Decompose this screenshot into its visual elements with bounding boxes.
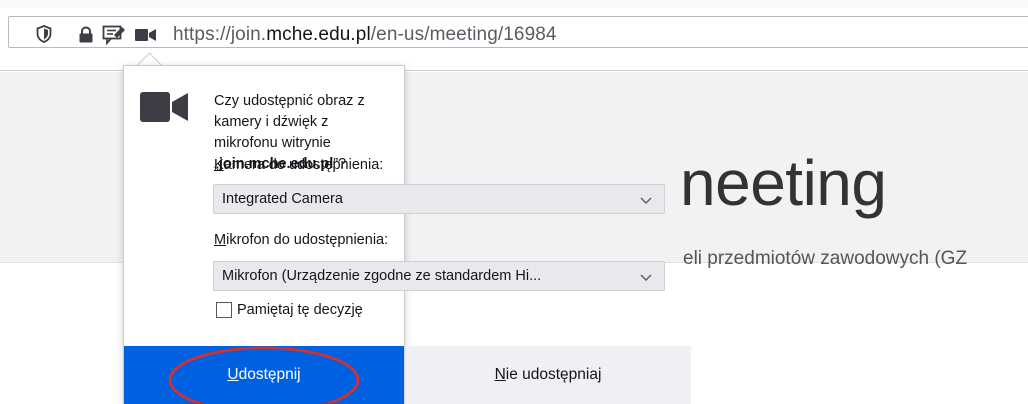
camera-label-text: amera do udostępnienia: [223,157,384,173]
shield-icon[interactable] [36,25,52,48]
annotation-circle [168,346,360,403]
camera-select[interactable]: Integrated Camera [213,184,665,214]
mic-label-accesskey: M [214,232,227,248]
deny-accesskey: N [494,366,506,383]
camera-icon[interactable] [135,28,157,47]
url-path: /en-us/meeting/16984 [370,24,557,45]
remember-decision[interactable]: Pamiętaj tę decyzję [216,302,363,318]
microphone-select[interactable]: Mikrofon (Urządzenie zgodne ze standarde… [213,261,665,291]
microphone-select-value: Mikrofon (Urządzenie zgodne ze standarde… [222,268,542,284]
deny-button[interactable]: Nie udostępniaj [404,346,691,404]
microphone-select-label: Mikrofon do udostępnienia: [214,232,388,248]
remember-label: Pamiętaj tę decyzję [237,302,363,318]
url-host: mche.edu.pl [266,24,371,45]
mic-label-text: ikrofon do udostępnienia: [226,232,389,248]
camera-icon [140,90,188,129]
deny-label: ie udostępniaj [505,366,602,383]
remember-checkbox[interactable] [216,302,232,318]
chevron-down-icon [640,270,652,286]
lock-icon[interactable] [78,26,94,48]
url-prefix: https://join. [173,24,267,45]
url-text[interactable]: https://join.mche.edu.pl/en-us/meeting/1… [173,24,557,46]
page-title: neeting [680,147,887,219]
camera-select-label: Kamera do udostępnienia: [214,157,383,173]
page-subtitle: eli przedmiotów zawodowych (GZ [683,248,968,269]
chevron-down-icon [640,193,652,209]
camera-label-accesskey: K [214,157,224,173]
camera-select-value: Integrated Camera [222,191,343,207]
permissions-icon[interactable] [102,25,126,50]
